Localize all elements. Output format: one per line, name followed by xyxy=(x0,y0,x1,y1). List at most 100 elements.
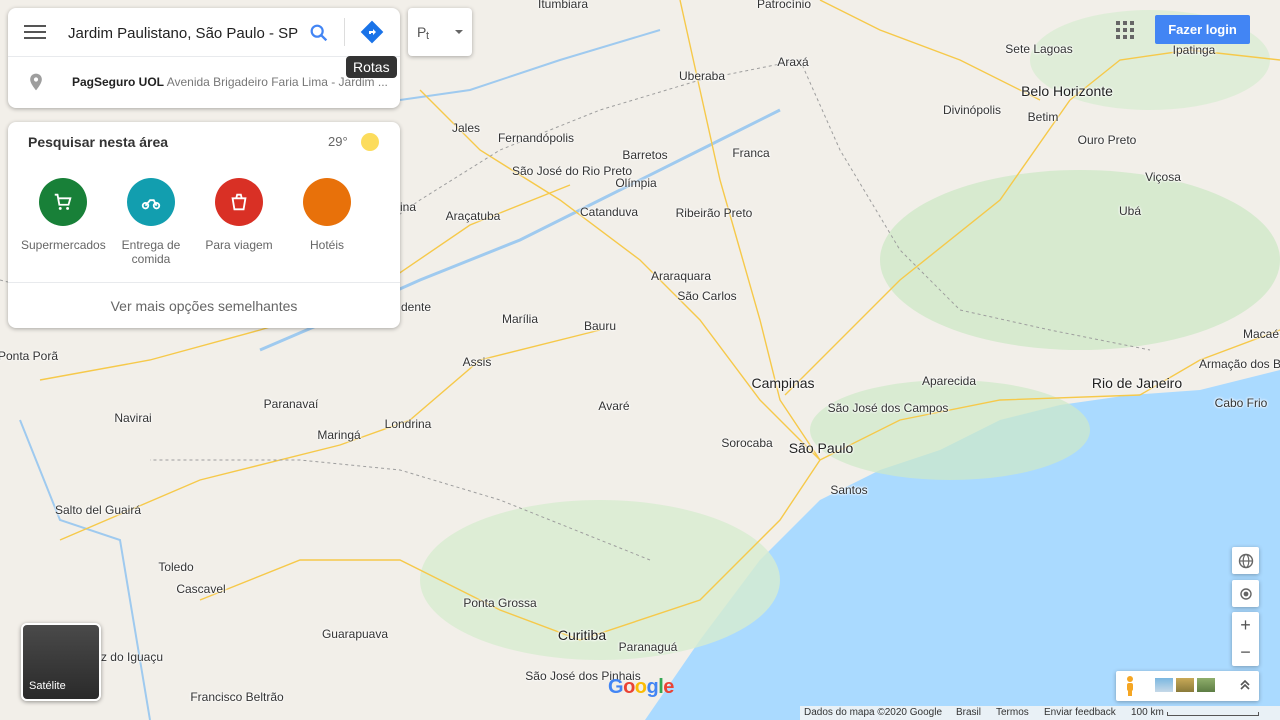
my-location-icon xyxy=(1239,587,1252,600)
apps-grid-icon[interactable] xyxy=(1116,21,1134,39)
city-label: Ponta Porã xyxy=(0,349,59,363)
satellite-thumb[interactable] xyxy=(1176,678,1194,692)
city-label: São José dos Campos xyxy=(827,401,949,415)
city-label: Navirai xyxy=(114,411,152,425)
transit-button[interactable]: P t xyxy=(416,22,438,46)
traffic-thumb[interactable] xyxy=(1197,678,1215,692)
city-label: dente xyxy=(400,300,432,314)
city-label: Patrocínio xyxy=(756,0,812,11)
city-label: Betim xyxy=(1027,110,1059,124)
scooter-icon xyxy=(127,178,175,226)
city-label: Assis xyxy=(462,355,492,369)
category-food-delivery[interactable]: Entrega de comida xyxy=(109,178,193,266)
city-label: Bauru xyxy=(583,319,617,333)
city-label: Marília xyxy=(501,312,539,326)
globe-button[interactable] xyxy=(1232,547,1259,574)
more-options-link[interactable]: Ver mais opções semelhantes xyxy=(8,298,400,314)
feedback-link[interactable]: Enviar feedback xyxy=(1044,707,1116,718)
city-label: Aparecida xyxy=(921,374,977,388)
city-label: Armação dos Búzios xyxy=(1198,357,1280,371)
transit-icon: P t xyxy=(417,24,429,42)
suggestion-name: PagSeguro UOL xyxy=(72,75,165,89)
satellite-label: Satélite xyxy=(29,680,66,692)
chevron-up-icon[interactable] xyxy=(1238,678,1252,692)
search-card: PagSeguro UOL Avenida Brigadeiro Faria L… xyxy=(8,8,400,108)
city-label: Belo Horizonte xyxy=(1021,83,1113,99)
svg-text:t: t xyxy=(426,30,429,42)
pegman-icon[interactable] xyxy=(1124,675,1136,697)
map-data-credit: Dados do mapa ©2020 Google xyxy=(804,707,943,718)
my-location-button[interactable] xyxy=(1232,580,1259,607)
svg-text:P: P xyxy=(417,24,426,40)
scale-label: 100 km xyxy=(1131,707,1164,718)
hotel-icon xyxy=(303,178,351,226)
category-hotels[interactable]: Hotéis xyxy=(285,178,369,252)
city-label: Divinópolis xyxy=(942,103,1002,117)
city-label: Paranavaí xyxy=(263,397,319,411)
map-footer: Dados do mapa ©2020 Google Brasil Termos… xyxy=(800,706,1280,720)
city-label: Ouro Preto xyxy=(1077,133,1137,147)
map-canvas[interactable]: Campinas São Paulo Belo Horizonte Rio de Ja… xyxy=(0,0,1280,720)
chevron-down-icon[interactable] xyxy=(450,22,468,42)
search-input[interactable] xyxy=(66,20,302,46)
globe-icon xyxy=(1238,553,1253,568)
city-label: Ipatinga xyxy=(1172,43,1216,57)
city-label: Salto del Guairá xyxy=(54,503,142,517)
city-label: Cascavel xyxy=(176,582,226,596)
map-background xyxy=(0,0,1280,720)
city-label: Ponta Grossa xyxy=(463,596,537,610)
country-link[interactable]: Brasil xyxy=(956,707,981,718)
menu-button[interactable] xyxy=(24,22,46,42)
city-label: Cabo Frio xyxy=(1214,396,1268,410)
category-supermarkets[interactable]: Supermercados xyxy=(21,178,106,252)
sun-icon xyxy=(361,133,379,151)
category-label: Hotéis xyxy=(309,238,344,252)
google-logo: Google xyxy=(608,676,674,698)
directions-icon[interactable] xyxy=(360,20,384,44)
suggestion-item[interactable]: PagSeguro UOL Avenida Brigadeiro Faria L… xyxy=(8,56,400,108)
city-label: Itumbiara xyxy=(537,0,589,11)
city-label: Fernandópolis xyxy=(497,131,575,145)
city-label: Curitiba xyxy=(557,627,607,643)
city-label: Catanduva xyxy=(579,205,639,219)
city-label: Araraquara xyxy=(650,269,712,283)
city-label: Sorocaba xyxy=(721,436,773,450)
zoom-out-button[interactable]: − xyxy=(1232,639,1259,666)
scale-bar xyxy=(1167,712,1259,716)
city-label: Francisco Beltrão xyxy=(190,690,284,704)
city-label: Toledo xyxy=(158,560,194,574)
city-label: Rio de Janeiro xyxy=(1091,375,1183,391)
city-label: Uberaba xyxy=(678,69,726,83)
city-label: Paranaguá xyxy=(618,640,678,654)
satellite-toggle[interactable]: Satélite xyxy=(21,623,101,701)
city-label: São Paulo xyxy=(788,440,854,456)
city-label: Avaré xyxy=(598,399,630,413)
city-label: Guarapuava xyxy=(321,627,389,641)
explore-divider xyxy=(8,282,400,283)
city-label: Santos xyxy=(830,483,868,497)
city-label: Londrina xyxy=(384,417,432,431)
transit-card: P t xyxy=(408,8,472,56)
city-label: São Carlos xyxy=(677,289,737,303)
search-row xyxy=(8,8,400,57)
search-icon[interactable] xyxy=(308,22,330,44)
cart-icon xyxy=(39,178,87,226)
city-label: Ribeirão Preto xyxy=(675,206,753,220)
city-label: Ubá xyxy=(1118,204,1142,218)
zoom-in-button[interactable]: + xyxy=(1232,612,1259,639)
suggestion-text: PagSeguro UOL Avenida Brigadeiro Faria L… xyxy=(72,75,390,89)
city-label: Macaé xyxy=(1242,327,1280,341)
city-label: São José do Rio Preto xyxy=(511,164,633,178)
city-label: Araxá xyxy=(777,55,809,69)
pin-icon xyxy=(30,73,42,91)
category-label: Entrega de comida xyxy=(121,238,181,266)
explore-title: Pesquisar nesta área xyxy=(28,134,169,150)
temperature: 29° xyxy=(328,134,348,149)
category-label: Para viagem xyxy=(205,238,273,252)
login-button[interactable]: Fazer login xyxy=(1155,15,1250,44)
city-label: Barretos xyxy=(622,148,668,162)
category-takeout[interactable]: Para viagem xyxy=(197,178,281,252)
terrain-thumb[interactable] xyxy=(1155,678,1173,692)
city-label: Sete Lagoas xyxy=(1005,42,1073,56)
terms-link[interactable]: Termos xyxy=(996,707,1029,718)
